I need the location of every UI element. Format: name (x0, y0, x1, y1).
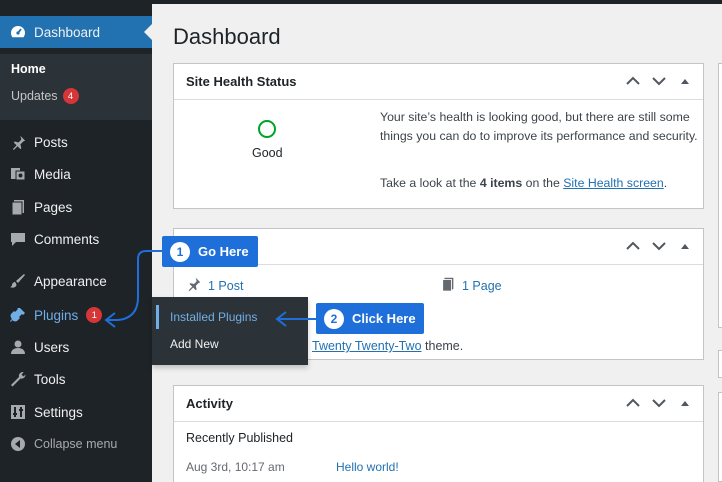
callout-step-number: 1 (170, 241, 190, 262)
callout-step-number: 2 (324, 308, 344, 329)
callout-label: Click Here (352, 311, 416, 326)
annotation-arrows (104, 250, 316, 328)
callout-label: Go Here (198, 244, 249, 259)
callout-go-here: 1 Go Here (162, 236, 258, 267)
callout-click-here: 2 Click Here (316, 303, 424, 334)
